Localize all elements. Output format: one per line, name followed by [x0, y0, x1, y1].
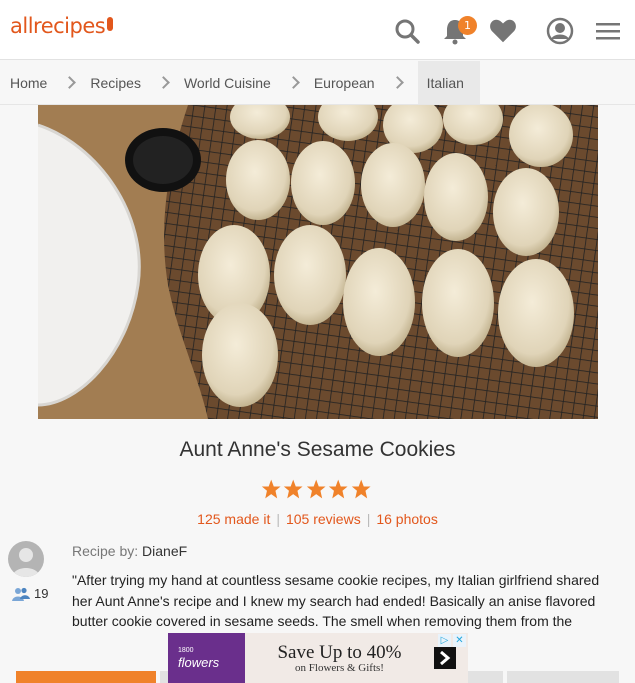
- chevron-right-icon: [63, 76, 77, 89]
- made-it-link[interactable]: 125 made it: [197, 511, 270, 527]
- reviews-link[interactable]: 105 reviews: [286, 511, 361, 527]
- site-header: allrecipes 1: [0, 0, 635, 60]
- ad-subline: on Flowers & Gifts!: [295, 662, 384, 674]
- followers-count: 19: [12, 586, 48, 601]
- ad-controls: ▷ ✕: [438, 634, 466, 647]
- breadcrumb-home[interactable]: Home: [0, 61, 90, 104]
- star-icon: [329, 479, 348, 499]
- rating-stars[interactable]: [261, 478, 371, 500]
- star-icon: [306, 479, 326, 499]
- logo-text: allrecipes: [10, 14, 106, 38]
- notification-badge: 1: [458, 16, 477, 35]
- recipe-stats: 125 made it | 105 reviews | 16 photos: [0, 511, 635, 527]
- recipe-by-label: Recipe by:: [72, 543, 139, 559]
- chevron-right-icon[interactable]: [434, 647, 456, 669]
- tab-active[interactable]: [16, 671, 156, 683]
- profile-icon[interactable]: [546, 17, 574, 45]
- chevron-right-icon: [286, 76, 300, 89]
- ad-brand-small: 1800: [178, 646, 194, 654]
- recipe-description: "After trying my hand at countless sesam…: [72, 572, 600, 629]
- search-icon[interactable]: [393, 17, 421, 45]
- breadcrumb-world-cuisine[interactable]: World Cuisine: [184, 61, 314, 104]
- recipe-byline: Recipe by: DianeF: [72, 543, 187, 559]
- avatar[interactable]: [8, 541, 44, 577]
- ad-choices-icon[interactable]: ▷: [438, 634, 451, 647]
- ad-brand-logo: 1800 flowers: [168, 633, 245, 683]
- breadcrumb-label: Home: [10, 74, 48, 91]
- breadcrumb-european[interactable]: European: [314, 61, 418, 104]
- recipe-title: Aunt Anne's Sesame Cookies: [179, 438, 456, 461]
- breadcrumb-label: Italian: [426, 74, 464, 91]
- divider: |: [276, 511, 280, 527]
- author-name[interactable]: DianeF: [142, 543, 187, 559]
- ad-brand-big: flowers: [178, 654, 220, 670]
- photos-link[interactable]: 16 photos: [376, 511, 438, 527]
- breadcrumb-label: World Cuisine: [183, 74, 271, 91]
- ad-headline: Save Up to 40%: [277, 642, 402, 663]
- followers-icon: [12, 587, 30, 601]
- star-icon: [261, 479, 281, 499]
- star-icon: [284, 479, 303, 499]
- logo-spoon-icon: [107, 17, 114, 31]
- followers-number: 19: [34, 586, 49, 601]
- tab[interactable]: [507, 671, 619, 683]
- breadcrumb-label: European: [313, 74, 375, 91]
- heart-icon[interactable]: [489, 17, 517, 45]
- recipe-photo[interactable]: [38, 105, 598, 419]
- close-icon[interactable]: ✕: [453, 634, 466, 647]
- menu-icon[interactable]: [594, 17, 622, 45]
- divider: |: [366, 511, 371, 527]
- ad-copy: Save Up to 40% on Flowers & Gifts!: [245, 642, 434, 674]
- tab[interactable]: [468, 671, 503, 683]
- chevron-right-icon: [157, 76, 170, 89]
- breadcrumb: Home Recipes World Cuisine European Ital…: [0, 61, 635, 105]
- tab[interactable]: [160, 671, 168, 683]
- allrecipes-logo[interactable]: allrecipes: [10, 14, 114, 38]
- chevron-right-icon: [390, 76, 404, 89]
- star-icon: [351, 479, 371, 499]
- advertisement-banner[interactable]: 1800 flowers Save Up to 40% on Flowers &…: [168, 633, 468, 683]
- breadcrumb-italian[interactable]: Italian: [417, 61, 480, 104]
- breadcrumb-recipes[interactable]: Recipes: [90, 61, 184, 104]
- breadcrumb-label: Recipes: [90, 74, 141, 91]
